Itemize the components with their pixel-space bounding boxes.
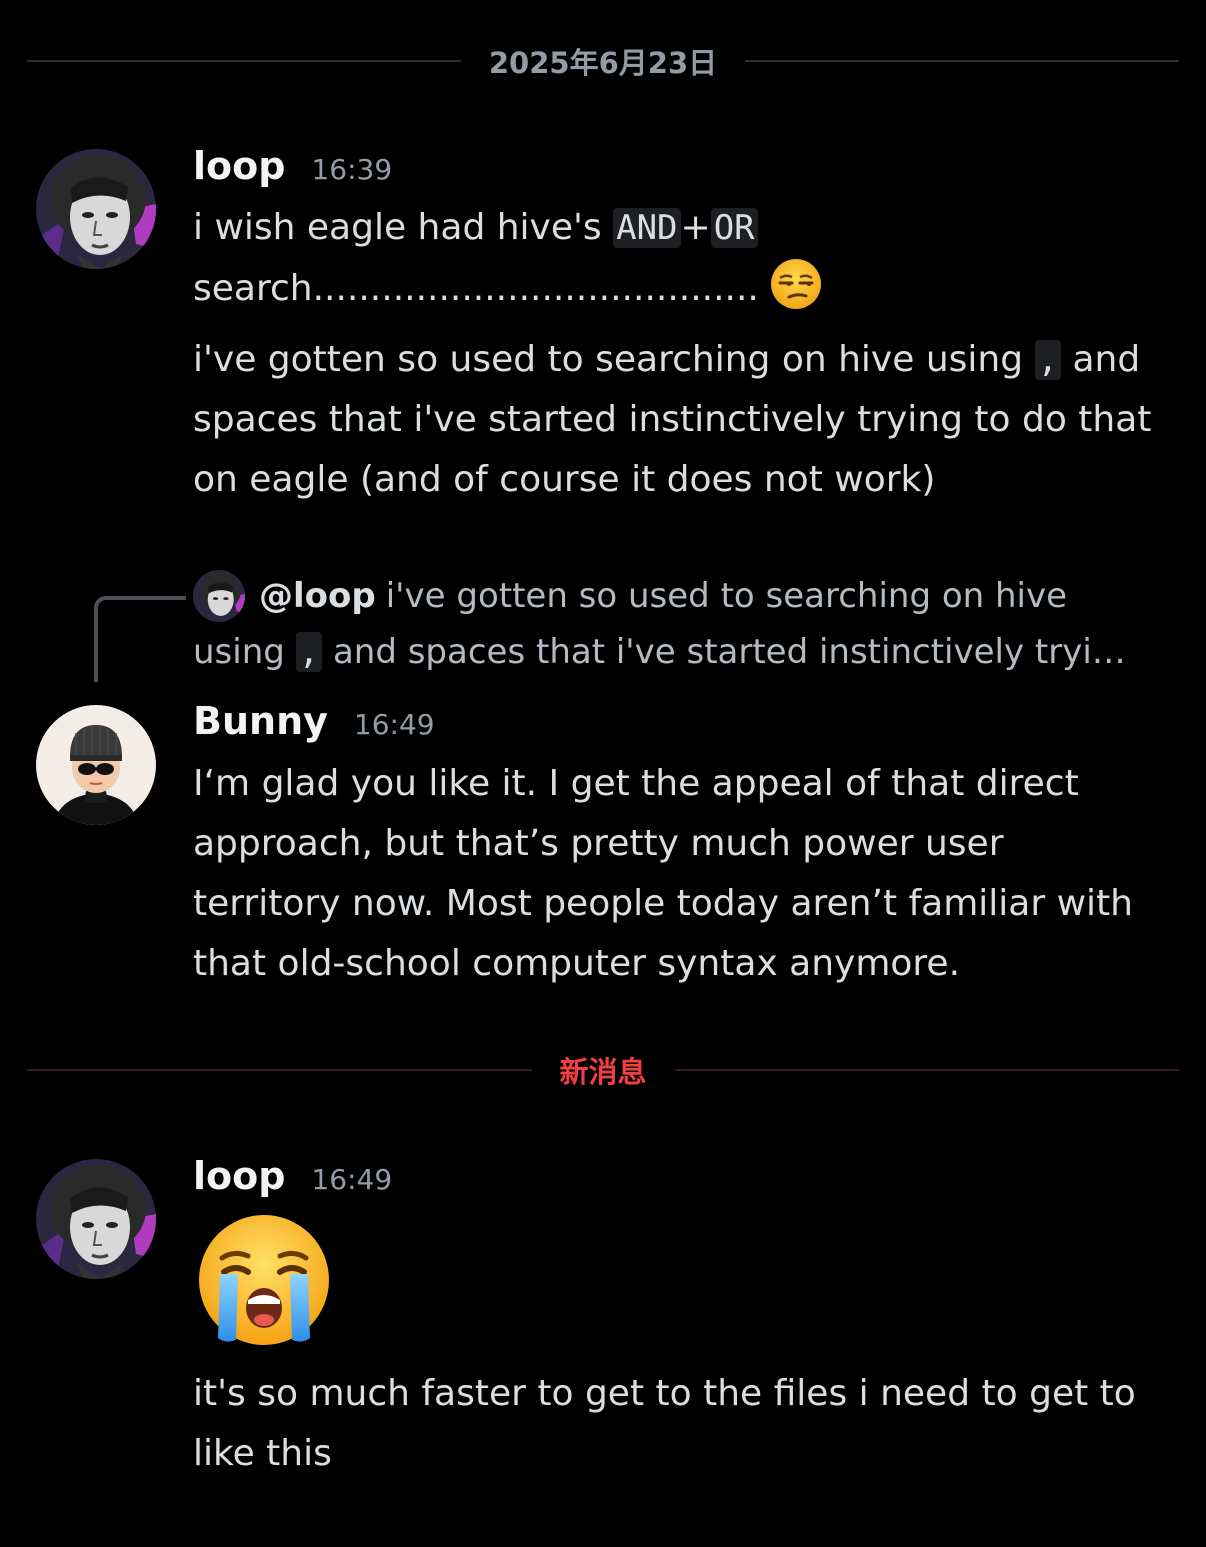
divider-line-right	[674, 1069, 1180, 1071]
unamused-face-icon	[771, 259, 822, 309]
message-text: I‘m glad you like it. I get the appeal o…	[193, 763, 1133, 984]
inline-code: OR	[710, 208, 758, 248]
username[interactable]: loop	[193, 144, 285, 188]
text-segment: and spaces that i've started instinctive…	[322, 632, 1126, 672]
new-messages-divider: 新消息	[27, 1050, 1180, 1090]
bunny-avatar[interactable]	[36, 705, 156, 825]
timestamp: 16:49	[311, 1163, 393, 1196]
date-divider: 2025年6月23日	[27, 41, 1179, 81]
inline-code: AND	[613, 208, 681, 248]
text-segment: i wish eagle had hive's	[193, 207, 614, 248]
inline-code: ,	[1034, 340, 1062, 380]
reply-mention[interactable]: @loop	[259, 576, 376, 616]
message-header: Bunny 16:49	[193, 699, 435, 743]
loop-avatar[interactable]	[36, 1159, 156, 1279]
message-text: it's so much faster to get to the files …	[193, 1373, 1136, 1474]
username[interactable]: loop	[193, 1154, 285, 1198]
divider-line-right	[745, 60, 1179, 62]
username[interactable]: Bunny	[193, 699, 328, 743]
divider-line-left	[27, 60, 461, 62]
date-divider-label: 2025年6月23日	[488, 46, 718, 80]
message-text: i've gotten so used to searching on hive…	[193, 330, 1173, 510]
divider-line-left	[27, 1069, 532, 1071]
text-segment: i've gotten so used to searching on hive…	[193, 339, 1035, 380]
reply-preview[interactable]: @loop i've gotten so used to searching on…	[193, 568, 1163, 680]
inline-code: ,	[295, 632, 323, 672]
timestamp: 16:49	[353, 708, 435, 741]
message-header: loop 16:49	[193, 1154, 392, 1198]
loop-avatar[interactable]	[36, 149, 156, 269]
new-messages-label: 新消息	[559, 1055, 647, 1089]
message-text: i wish eagle had hive's AND+OR search...…	[193, 198, 913, 319]
message-header: loop 16:39	[193, 144, 392, 188]
loudly-crying-face-icon	[199, 1215, 329, 1345]
timestamp: 16:39	[311, 153, 393, 186]
text-segment: search..................................…	[193, 268, 759, 309]
reply-spine	[94, 596, 186, 682]
text-segment: +	[680, 207, 711, 248]
